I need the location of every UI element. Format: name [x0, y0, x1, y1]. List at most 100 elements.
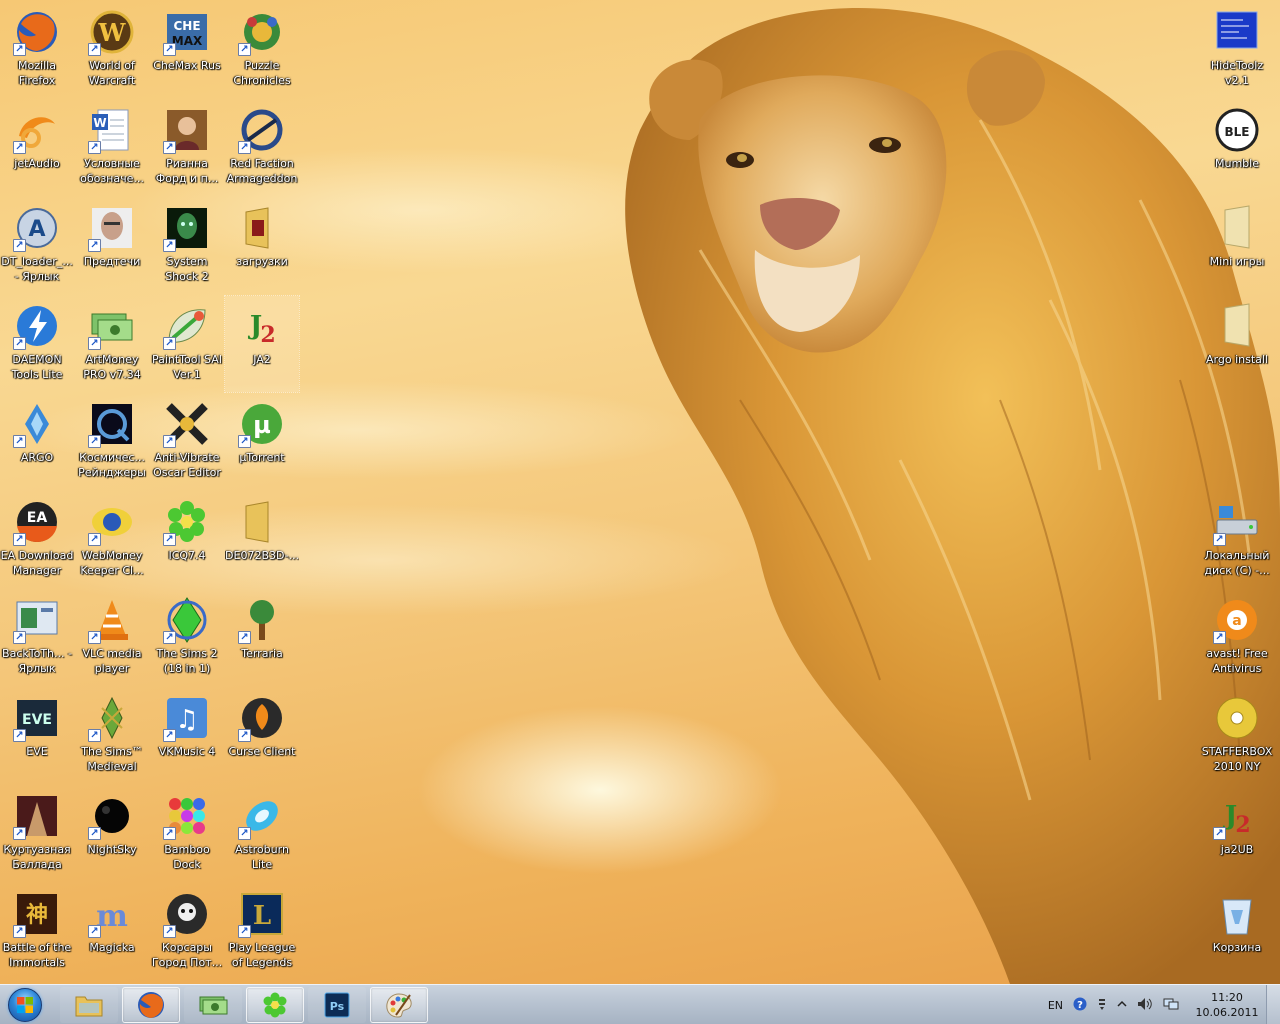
taskbar-paint-button[interactable]: [370, 987, 428, 1023]
desktop-shortcut[interactable]: ↗ The Sims 2 (18 in 1): [150, 590, 224, 686]
word-document-icon: W ↗: [88, 106, 136, 154]
shortcut-arrow-icon: ↗: [88, 631, 101, 644]
desktop-shortcut[interactable]: µ ↗ µTorrent: [225, 394, 299, 490]
desktop-shortcut[interactable]: ↗ WebMoney Keeper Cl...: [75, 492, 149, 588]
desktop-shortcut[interactable]: ↗ The Sims™ Medieval: [75, 688, 149, 784]
svg-text:CHE: CHE: [173, 19, 200, 33]
desktop-shortcut[interactable]: ↗ Предтечи: [75, 198, 149, 294]
magicka-icon: m ↗: [88, 890, 136, 938]
desktop-shortcut[interactable]: загрузки: [225, 198, 299, 294]
desktop-shortcut[interactable]: ↗ DAEMON Tools Lite: [0, 296, 74, 392]
system-shock-2-icon: ↗: [163, 204, 211, 252]
shortcut-arrow-icon: ↗: [13, 729, 26, 742]
desktop-shortcut[interactable]: J 2 ↗ ja2UB: [1200, 786, 1274, 882]
language-indicator[interactable]: EN: [1048, 999, 1063, 1012]
clock-time: 11:20: [1211, 991, 1243, 1004]
desktop-shortcut[interactable]: ↗ Curse Client: [225, 688, 299, 784]
desktop-shortcut[interactable]: ↗ Mozilla Firefox: [0, 2, 74, 98]
desktop-shortcut[interactable]: m ↗ Magicka: [75, 884, 149, 980]
desktop-shortcut[interactable]: ↗ VLC media player: [75, 590, 149, 686]
desktop-shortcut[interactable]: BLE Mumble: [1200, 100, 1274, 196]
desktop-shortcut[interactable]: W ↗ Условные обозначе...: [75, 100, 149, 196]
desktop-shortcut[interactable]: ↗ Terraria: [225, 590, 299, 686]
shortcut-arrow-icon: ↗: [163, 239, 176, 252]
network-icon[interactable]: [1163, 997, 1179, 1014]
desktop-shortcut[interactable]: Mini игры: [1200, 198, 1274, 294]
desktop-shortcut[interactable]: ↗ Локальный диск (C) -...: [1200, 492, 1274, 588]
desktop-shortcut[interactable]: ↗ ICQ7.4: [150, 492, 224, 588]
show-hidden-icons-chevron-icon[interactable]: [1117, 999, 1127, 1012]
taskbar-photoshop-button[interactable]: Ps: [308, 987, 366, 1023]
desktop-shortcut[interactable]: ↗ BackToTh... - Ярлык: [0, 590, 74, 686]
desktop-shortcut[interactable]: ↗ PaintTool SAI Ver.1: [150, 296, 224, 392]
avast-icon: a ↗: [1213, 596, 1261, 644]
desktop-shortcut[interactable]: ↗ Anti-Vibrate Oscar Editor: [150, 394, 224, 490]
desktop-shortcut[interactable]: L ↗ Play League of Legends: [225, 884, 299, 980]
desktop-shortcut-label: Mozilla Firefox: [18, 59, 56, 87]
desktop-shortcut[interactable]: ↗ System Shock 2: [150, 198, 224, 294]
vkmusic-icon: ♫ ↗: [163, 694, 211, 742]
show-desktop-button[interactable]: [1266, 985, 1280, 1024]
desktop-shortcut[interactable]: ♫ ↗ VKMusic 4: [150, 688, 224, 784]
desktop-shortcut[interactable]: ↗ ArtMoney PRO v7.34: [75, 296, 149, 392]
desktop-shortcut[interactable]: EA ↗ EA Download Manager: [0, 492, 74, 588]
desktop-shortcut-label: Рианна Форд и п...: [155, 157, 219, 185]
svg-text:MAX: MAX: [172, 34, 203, 48]
desktop-shortcut[interactable]: DE072B3D-...: [225, 492, 299, 588]
volume-icon[interactable]: [1137, 997, 1153, 1014]
astroburn-icon: ↗: [238, 792, 286, 840]
desktop-shortcut-label: Puzzle Chronicles: [233, 59, 291, 87]
desktop-shortcut[interactable]: ↗ NightSky: [75, 786, 149, 882]
desktop-shortcut[interactable]: EVE ↗ EVE: [0, 688, 74, 784]
taskbar: Ps EN ? 11:20 10.06.2011: [0, 984, 1280, 1024]
local-disk-icon: ↗: [1213, 498, 1261, 546]
de072b3d-folder-icon: [238, 498, 286, 546]
desktop-shortcut-label: DE072B3D-...: [225, 549, 299, 562]
clock[interactable]: 11:20 10.06.2011: [1188, 990, 1266, 1020]
desktop-shortcut[interactable]: ↗ ARGO: [0, 394, 74, 490]
desktop-shortcut[interactable]: STAFFERBOX 2010 NY: [1200, 688, 1274, 784]
keyboard-options-icon[interactable]: [1097, 997, 1107, 1014]
desktop-shortcut[interactable]: HideToolz v2.1: [1200, 2, 1274, 98]
shortcut-arrow-icon: ↗: [163, 141, 176, 154]
svg-text:神: 神: [26, 902, 48, 928]
desktop-shortcut[interactable]: ↗ jetAudio: [0, 100, 74, 196]
desktop-shortcut-label: Astroburn Lite: [235, 843, 289, 871]
shortcut-arrow-icon: ↗: [163, 827, 176, 840]
recycle-bin-icon: [1213, 890, 1261, 938]
mozilla-firefox-icon: ↗: [13, 8, 61, 56]
desktop-shortcut[interactable]: ↗ Куртуазная Баллада: [0, 786, 74, 882]
desktop-shortcut[interactable]: CHE MAX ↗ CheMax Rus: [150, 2, 224, 98]
desktop-shortcut[interactable]: a ↗ avast! Free Antivirus: [1200, 590, 1274, 686]
desktop-shortcut-label: CheMax Rus: [153, 59, 221, 72]
system-tray: EN ? 11:20 10.06.2011: [1043, 985, 1280, 1024]
desktop-shortcut[interactable]: ↗ Red Faction Armageddon: [225, 100, 299, 196]
desktop-shortcut-label: Mini игры: [1209, 255, 1265, 268]
desktop-shortcut[interactable]: ↗ Bamboo Dock: [150, 786, 224, 882]
desktop-shortcut[interactable]: ↗ Космичес... Рейнджеры: [75, 394, 149, 490]
league-of-legends-icon: L ↗: [238, 890, 286, 938]
desktop-shortcut[interactable]: ↗ Корсары Город Пот...: [150, 884, 224, 980]
desktop-shortcut[interactable]: Argo install: [1200, 296, 1274, 392]
shortcut-arrow-icon: ↗: [88, 827, 101, 840]
taskbar-icq-button[interactable]: [246, 987, 304, 1023]
desktop-shortcut[interactable]: W ↗ World of Warcraft: [75, 2, 149, 98]
desktop-shortcut-label: VKMusic 4: [158, 745, 216, 758]
desktop-shortcut[interactable]: Корзина: [1200, 884, 1274, 980]
desktop-shortcut-label: WebMoney Keeper Cl...: [80, 549, 144, 577]
desktop-shortcut-label: Корзина: [1212, 941, 1262, 954]
taskbar-artmoney-button[interactable]: [184, 987, 242, 1023]
svg-text:EA: EA: [27, 510, 48, 526]
help-icon[interactable]: ?: [1073, 997, 1087, 1014]
taskbar-explorer-button[interactable]: [60, 987, 118, 1023]
desktop-shortcut[interactable]: A ↗ DT_loader_... - Ярлык: [0, 198, 74, 294]
desktop-shortcut[interactable]: J 2 JA2: [224, 295, 300, 393]
desktop-shortcut[interactable]: 神 ↗ Battle of the Immortals: [0, 884, 74, 980]
desktop-shortcut[interactable]: ↗ Рианна Форд и п...: [150, 100, 224, 196]
desktop-shortcut[interactable]: ↗ Astroburn Lite: [225, 786, 299, 882]
zagruzki-folder-icon: [238, 204, 286, 252]
mumble-icon: BLE: [1213, 106, 1261, 154]
desktop-shortcut[interactable]: ↗ Puzzle Chronicles: [225, 2, 299, 98]
start-button[interactable]: [0, 985, 50, 1024]
taskbar-firefox-button[interactable]: [122, 987, 180, 1023]
